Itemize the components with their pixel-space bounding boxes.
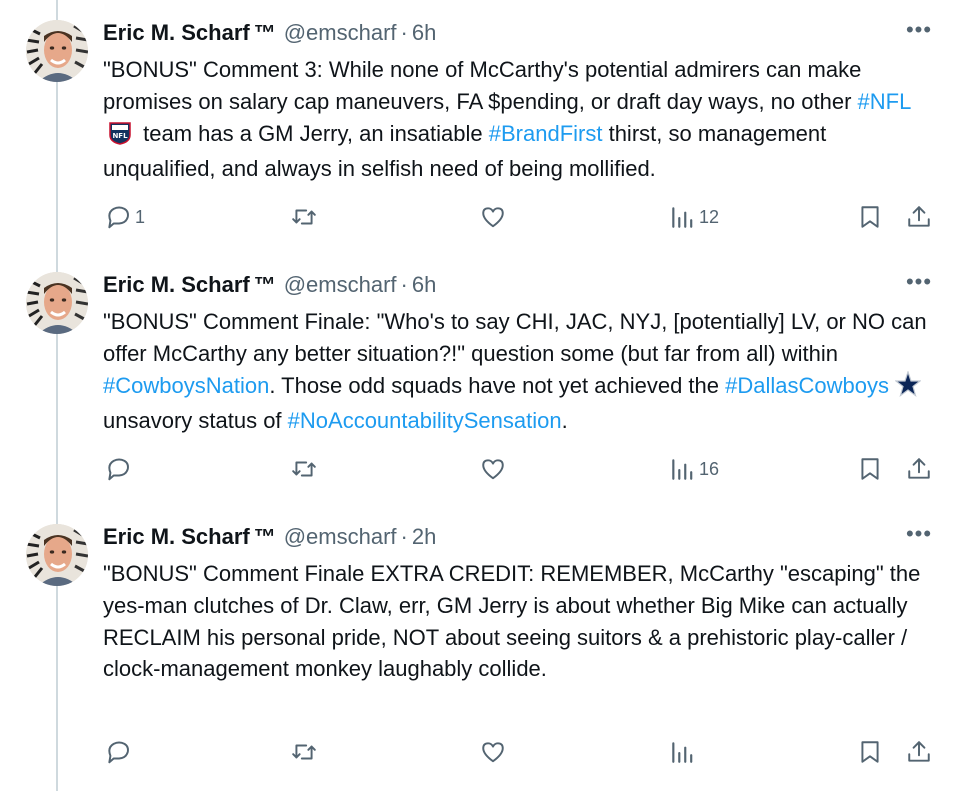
bookmark-icon [857,204,883,230]
reply-button[interactable] [105,734,131,770]
tweet-header: Eric M. Scharf ™ @emscharf · 2h [103,522,436,552]
action-bar: 16 [0,451,960,487]
tweet-text-segment: unsavory status of [103,408,288,434]
timestamp[interactable]: 2h [412,524,436,549]
views-button[interactable]: 12 [669,199,719,235]
timestamp[interactable]: 6h [412,20,436,45]
action-bar: 1 12 [0,199,960,235]
retweet-icon [291,204,317,230]
retweet-button[interactable] [291,199,317,235]
bookmark-button[interactable] [857,199,883,235]
tweet-text-segment: . [561,408,568,434]
views-icon [669,456,695,482]
reply-icon [105,739,131,765]
tweet-text-segment: "BONUS" Comment Finale EXTRA CREDIT: REM… [103,561,921,682]
author-name[interactable]: Eric M. Scharf [103,272,250,297]
avatar[interactable] [26,272,88,334]
views-icon [669,204,695,230]
author-handle[interactable]: @emscharf [284,272,397,297]
views-button[interactable]: 16 [669,451,719,487]
like-icon [480,739,506,765]
more-icon[interactable]: ••• [903,18,935,48]
bookmark-icon [857,739,883,765]
like-button[interactable] [480,451,506,487]
share-icon [906,204,932,230]
hashtag-link[interactable]: #NoAccountabilitySensation [288,408,562,433]
hashtag-link[interactable]: #CowboysNation [103,373,269,398]
like-icon [480,204,506,230]
retweet-button[interactable] [291,734,317,770]
share-button[interactable] [906,451,932,487]
tweet-text-segment: . Those odd squads have not yet achieved… [269,372,726,398]
author-handle[interactable]: @emscharf [284,524,397,549]
author-name[interactable]: Eric M. Scharf [103,20,250,45]
reply-button[interactable]: 1 [105,199,145,235]
share-button[interactable] [906,199,932,235]
avatar[interactable] [26,20,88,82]
reply-count: 1 [135,206,146,227]
retweet-icon [291,456,317,482]
hashtag-link[interactable]: #DallasCowboys [725,373,889,398]
share-icon [906,739,932,765]
timestamp[interactable]: 6h [412,272,436,297]
action-bar [0,734,960,770]
tweet-text: "BONUS" Comment 3: While none of McCarth… [103,54,933,185]
cowboys-star-emoji [894,369,922,406]
like-button[interactable] [480,199,506,235]
share-icon [906,456,932,482]
hashtag-link[interactable]: #BrandFirst [489,121,603,146]
like-button[interactable] [480,734,506,770]
author-name[interactable]: Eric M. Scharf [103,524,250,549]
views-icon [669,739,695,765]
tweet-header: Eric M. Scharf ™ @emscharf · 6h [103,18,436,48]
separator: · [400,524,408,549]
avatar[interactable] [26,524,88,586]
trademark-symbol: ™ [253,524,276,549]
separator: · [400,20,408,45]
retweet-icon [291,739,317,765]
more-icon[interactable]: ••• [903,270,935,300]
views-count: 12 [699,206,720,227]
bookmark-icon [857,456,883,482]
like-icon [480,456,506,482]
tweet-text: "BONUS" Comment Finale: "Who's to say CH… [103,306,933,437]
more-icon[interactable]: ••• [903,522,935,552]
author-handle[interactable]: @emscharf [284,20,397,45]
bookmark-button[interactable] [857,451,883,487]
separator: · [400,272,408,297]
svg-text:NFL: NFL [112,132,128,140]
tweet-text-segment: "BONUS" Comment 3: While none of McCarth… [103,57,862,114]
tweet-text: "BONUS" Comment Finale EXTRA CREDIT: REM… [103,558,933,685]
bookmark-button[interactable] [857,734,883,770]
retweet-button[interactable] [291,451,317,487]
share-button[interactable] [906,734,932,770]
reply-icon [105,456,131,482]
nfl-shield-emoji: NFL [109,121,131,154]
reply-icon [105,204,131,230]
hashtag-link[interactable]: #NFL [858,89,912,114]
trademark-symbol: ™ [253,20,276,45]
tweet-text-segment: "BONUS" Comment Finale: "Who's to say CH… [103,309,927,366]
tweet-header: Eric M. Scharf ™ @emscharf · 6h [103,270,436,300]
trademark-symbol: ™ [253,272,276,297]
thread-line [56,0,58,791]
reply-button[interactable] [105,451,131,487]
tweet-text-segment: team has a GM Jerry, an insatiable [137,120,489,146]
views-button[interactable] [669,734,695,770]
views-count: 16 [699,458,720,479]
